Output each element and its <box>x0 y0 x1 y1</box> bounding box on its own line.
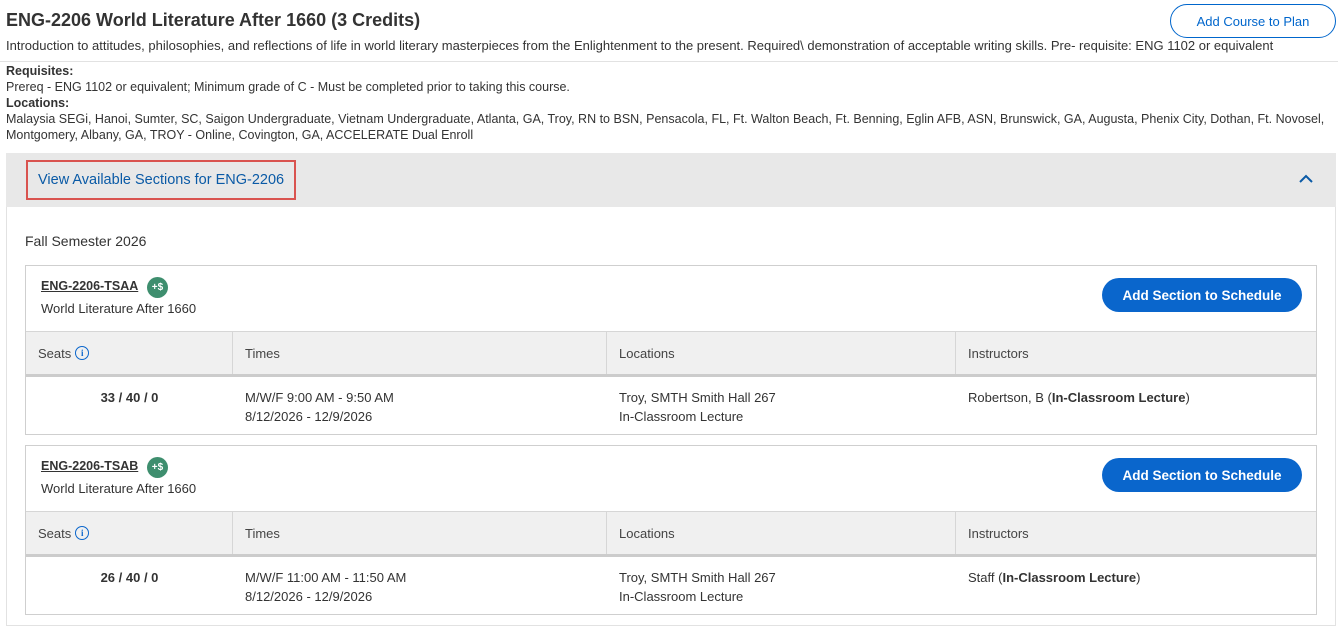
seats-value: 26 / 40 / 0 <box>100 570 159 585</box>
instructor-cell: Robertson, B (In-Classroom Lecture) <box>956 377 1316 434</box>
instruction-method: In-Classroom Lecture <box>619 589 744 604</box>
instructor-method: In-Classroom Lecture <box>1002 570 1137 585</box>
location-cell: Troy, SMTH Smith Hall 267 In-Classroom L… <box>607 377 956 434</box>
times-cell: M/W/F 11:00 AM - 11:50 AM 8/12/2026 - 12… <box>233 557 607 614</box>
info-icon[interactable]: i <box>75 346 90 360</box>
instructor-name: Staff ( <box>968 570 1003 585</box>
locations-text: Malaysia SEGi, Hanoi, Sumter, SC, Saigon… <box>6 112 1325 142</box>
chevron-up-icon[interactable] <box>1294 167 1318 191</box>
semester-heading: Fall Semester 2026 <box>25 233 147 249</box>
instructor-name: Robertson, B ( <box>968 390 1052 405</box>
section-code-link[interactable]: ENG-2206-TSAA <box>41 279 138 293</box>
fee-badge-icon[interactable]: +$ <box>147 277 168 298</box>
course-header: ENG-2206 World Literature After 1660 (3 … <box>0 0 1338 53</box>
section-table-header: Seats i Times Locations Instructors <box>26 331 1316 377</box>
add-section-to-schedule-button[interactable]: Add Section to Schedule <box>1102 278 1302 312</box>
times-header: Times <box>233 332 607 374</box>
course-meta: Requisites: Prereq - ENG 1102 or equival… <box>0 62 1338 143</box>
section-card-header: ENG-2206-TSAB +$ World Literature After … <box>26 446 1316 511</box>
section-name: World Literature After 1660 <box>41 481 197 496</box>
instruction-method: In-Classroom Lecture <box>619 409 744 424</box>
fee-badge-icon[interactable]: +$ <box>147 457 168 478</box>
section-card-header: ENG-2206-TSAA +$ World Literature After … <box>26 266 1316 331</box>
seats-header-label: Seats <box>38 525 72 541</box>
section-card: ENG-2206-TSAA +$ World Literature After … <box>25 265 1317 435</box>
view-available-sections-link[interactable]: View Available Sections for ENG-2206 <box>26 160 297 200</box>
times-header: Times <box>233 512 607 554</box>
seats-header: Seats i <box>26 332 233 374</box>
add-course-to-plan-button[interactable]: Add Course to Plan <box>1170 4 1336 38</box>
requisites-label: Requisites: <box>6 64 74 78</box>
location-value: Troy, SMTH Smith Hall 267 <box>619 570 776 585</box>
seats-value: 33 / 40 / 0 <box>100 390 159 405</box>
sections-panel: View Available Sections for ENG-2206 Fal… <box>6 153 1336 626</box>
meeting-time: M/W/F 9:00 AM - 9:50 AM <box>245 390 394 405</box>
table-row: 26 / 40 / 0 M/W/F 11:00 AM - 11:50 AM 8/… <box>26 557 1316 614</box>
add-section-to-schedule-button[interactable]: Add Section to Schedule <box>1102 458 1302 492</box>
instructors-header: Instructors <box>968 345 1029 361</box>
meeting-time: M/W/F 11:00 AM - 11:50 AM <box>245 570 407 585</box>
table-row: 33 / 40 / 0 M/W/F 9:00 AM - 9:50 AM 8/12… <box>26 377 1316 434</box>
sections-body: Fall Semester 2026 ENG-2206-TSAA +$ Worl… <box>6 207 1336 626</box>
section-name: World Literature After 1660 <box>41 301 197 316</box>
location-cell: Troy, SMTH Smith Hall 267 In-Classroom L… <box>607 557 956 614</box>
requisites-text: Prereq - ENG 1102 or equivalent; Minimum… <box>6 80 570 94</box>
section-table-header: Seats i Times Locations Instructors <box>26 511 1316 557</box>
times-cell: M/W/F 9:00 AM - 9:50 AM 8/12/2026 - 12/9… <box>233 377 607 434</box>
section-code-link[interactable]: ENG-2206-TSAB <box>41 459 138 473</box>
instructor-cell: Staff (In-Classroom Lecture) <box>956 557 1316 614</box>
course-description: Introduction to attitudes, philosophies,… <box>6 38 1274 53</box>
locations-header: Locations <box>607 512 956 554</box>
instructor-close: ) <box>1136 570 1141 585</box>
locations-label: Locations: <box>6 96 70 110</box>
meeting-dates: 8/12/2026 - 12/9/2026 <box>245 589 373 604</box>
sections-panel-header[interactable]: View Available Sections for ENG-2206 <box>6 153 1336 207</box>
seats-header: Seats i <box>26 512 233 554</box>
section-card: ENG-2206-TSAB +$ World Literature After … <box>25 445 1317 615</box>
seats-header-label: Seats <box>38 345 72 361</box>
locations-header: Locations <box>607 332 956 374</box>
location-value: Troy, SMTH Smith Hall 267 <box>619 390 776 405</box>
meeting-dates: 8/12/2026 - 12/9/2026 <box>245 409 373 424</box>
instructor-close: ) <box>1185 390 1190 405</box>
instructor-method: In-Classroom Lecture <box>1051 390 1186 405</box>
info-icon[interactable]: i <box>75 526 90 540</box>
instructors-header: Instructors <box>968 525 1029 541</box>
course-title: ENG-2206 World Literature After 1660 (3 … <box>6 10 421 30</box>
